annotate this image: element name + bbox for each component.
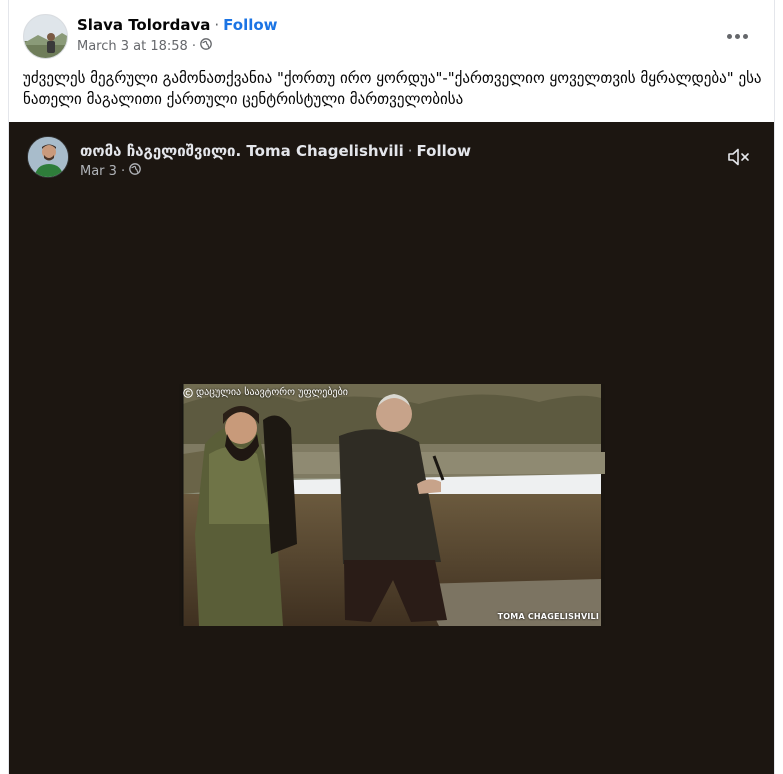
shared-post-meta: Mar 3 · bbox=[80, 163, 141, 179]
channel-watermark: TOMA CHAGELISHVILI bbox=[497, 612, 599, 621]
more-options-button[interactable] bbox=[720, 22, 754, 50]
dot-icon bbox=[726, 33, 732, 39]
author-name-row: Slava Tolordava · Follow bbox=[77, 16, 278, 34]
post-meta: March 3 at 18:58 · bbox=[77, 38, 212, 54]
copyright-icon bbox=[183, 387, 193, 398]
speaker-muted-icon[interactable] bbox=[726, 144, 752, 170]
copyright-text: დაცულია საავტორო უფლებები bbox=[196, 387, 348, 398]
shared-post-header: თომა ჩაგელიშვილი. Toma Chagelishvili · Fol… bbox=[27, 136, 756, 180]
author-name[interactable]: Slava Tolordava bbox=[77, 16, 210, 34]
shared-author-avatar[interactable] bbox=[27, 136, 69, 178]
shared-video-post[interactable]: თომა ჩაგელიშვილი. Toma Chagelishvili · Fol… bbox=[9, 122, 774, 774]
separator-dot: · bbox=[120, 163, 126, 179]
separator-dot: · bbox=[214, 16, 220, 34]
follow-button[interactable]: Follow bbox=[223, 16, 277, 34]
post-timestamp[interactable]: March 3 at 18:58 bbox=[77, 39, 188, 54]
separator-dot: · bbox=[407, 142, 413, 160]
post-card: Slava Tolordava · Follow March 3 at 18:58 … bbox=[8, 0, 775, 774]
shared-author-name[interactable]: თომა ჩაგელიშვილი. Toma Chagelishvili bbox=[80, 142, 404, 160]
shared-author-name-row: თომა ჩაგელიშვილი. Toma Chagelishvili · Fol… bbox=[80, 142, 471, 160]
copyright-watermark: დაცულია საავტორო უფლებები bbox=[183, 387, 348, 398]
post-header: Slava Tolordava · Follow March 3 at 18:58 … bbox=[23, 14, 760, 60]
globe-icon[interactable] bbox=[200, 38, 212, 54]
globe-icon[interactable] bbox=[129, 163, 141, 179]
video-still bbox=[182, 384, 605, 626]
dot-icon bbox=[742, 33, 748, 39]
video-frame[interactable]: დაცულია საავტორო უფლებები TOMA CHAGELISH… bbox=[179, 384, 605, 626]
separator-dot: · bbox=[191, 38, 196, 54]
shared-follow-button[interactable]: Follow bbox=[417, 142, 471, 160]
dot-icon bbox=[734, 33, 740, 39]
shared-post-date[interactable]: Mar 3 bbox=[80, 164, 117, 179]
author-avatar[interactable] bbox=[23, 14, 68, 59]
post-text: უძველეს მეგრული გამონათქვანია "ქორთუ ირო… bbox=[23, 69, 762, 108]
